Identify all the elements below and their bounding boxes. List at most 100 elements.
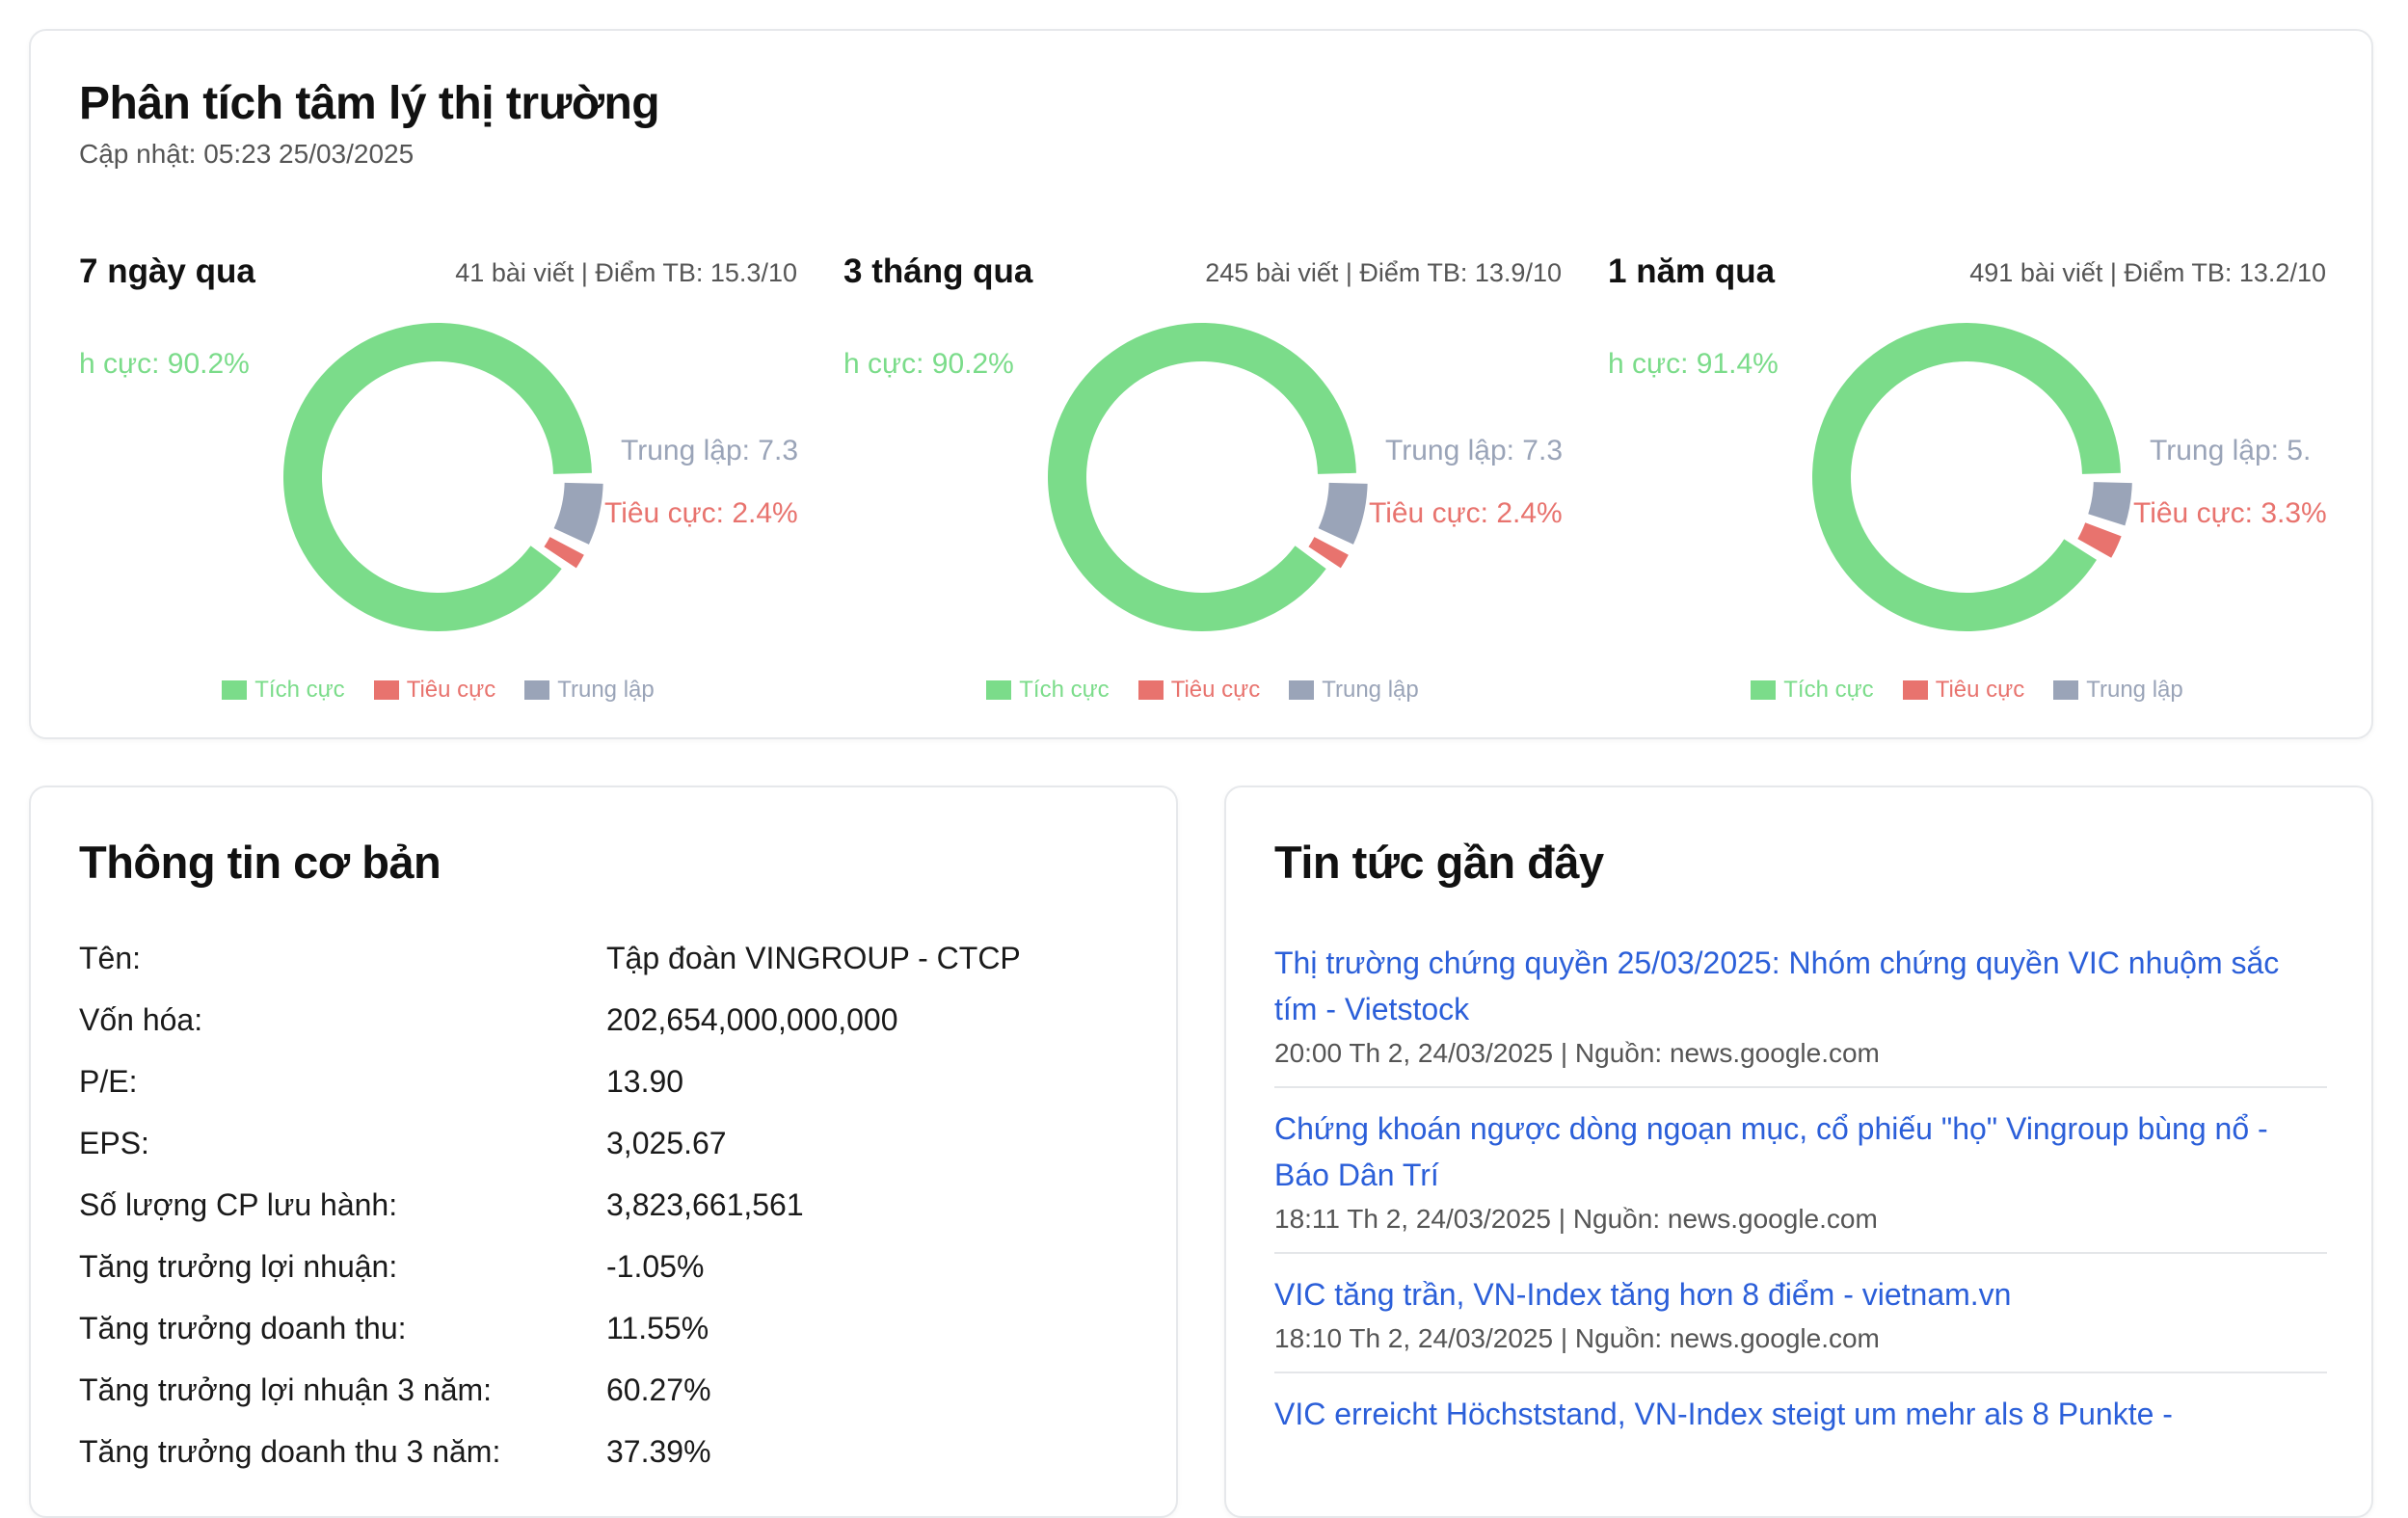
chart-legend: Tích cực Tiêu cực Trung lập: [843, 677, 1562, 704]
info-value: 3,823,661,561: [606, 1186, 804, 1222]
news-link[interactable]: VIC erreicht Höchststand, VN-Index steig…: [1274, 1391, 2327, 1437]
chart-legend: Tích cực Tiêu cực Trung lập: [79, 677, 797, 704]
info-value: 60.27%: [606, 1372, 711, 1407]
legend-neutral[interactable]: Trung lập: [2053, 677, 2183, 704]
donut-svg: h cực: 90.2% Trung lập: 7.3 Tiêu cực: 2.4%: [79, 323, 797, 631]
legend-label: Trung lập: [557, 677, 655, 703]
info-row: Tăng trưởng doanh thu: 11.55%: [79, 1297, 1139, 1359]
info-row: EPS: 3,025.67: [79, 1112, 1139, 1174]
basic-info-card: Thông tin cơ bản Tên: Tập đoàn VINGROUP -…: [29, 786, 1178, 1518]
period-stats: 41 bài viết | Điểm TB: 15.3/10: [455, 258, 797, 287]
info-label: Vốn hóa:: [79, 1001, 203, 1037]
period-stats: 245 bài viết | Điểm TB: 13.9/10: [1205, 258, 1562, 287]
legend-negative[interactable]: Tiêu cực: [373, 677, 496, 704]
legend-label: Trung lập: [1322, 677, 1419, 703]
info-row: Tăng trưởng doanh thu 3 năm: 37.39%: [79, 1421, 1139, 1482]
news-meta: 20:00 Th 2, 24/03/2025 | Nguồn: news.goo…: [1274, 1038, 1880, 1068]
label-positive: h cực: 90.2%: [79, 348, 250, 380]
news-link[interactable]: Chứng khoán ngược dòng ngoạn mục, cổ phi…: [1274, 1105, 2327, 1198]
news-item: VIC tăng trần, VN-Index tăng hơn 8 điểm …: [1274, 1254, 2327, 1373]
info-table: Tên: Tập đoàn VINGROUP - CTCP Vốn hóa: 202…: [79, 927, 1139, 1482]
legend-label: Tích cực: [1783, 677, 1874, 703]
legend-negative[interactable]: Tiêu cực: [1137, 677, 1261, 704]
legend-neutral[interactable]: Trung lập: [524, 677, 655, 704]
sentiment-title: Phân tích tâm lý thị trường: [79, 78, 660, 129]
donut-chart: h cực: 90.2% Trung lập: 7.3 Tiêu cực: 2.4%: [79, 310, 797, 657]
info-label: Tăng trưởng lợi nhuận:: [79, 1248, 398, 1284]
period-title: 1 năm qua: [1608, 253, 1776, 290]
info-value: -1.05%: [606, 1248, 705, 1284]
legend-label: Tích cực: [254, 677, 345, 703]
info-value: Tập đoàn VINGROUP - CTCP: [606, 940, 1021, 975]
legend-swatch-positive: [1751, 680, 1777, 700]
info-label: Tăng trưởng doanh thu:: [79, 1310, 407, 1345]
legend-negative[interactable]: Tiêu cực: [1902, 677, 2025, 704]
period-stats: 491 bài viết | Điểm TB: 13.2/10: [1969, 258, 2326, 287]
label-negative: Tiêu cực: 2.4%: [1369, 497, 1562, 529]
legend-swatch-positive: [222, 680, 248, 700]
info-row: Số lượng CP lưu hành: 3,823,661,561: [79, 1174, 1139, 1236]
donut-slice-neutral[interactable]: [553, 482, 603, 545]
legend-label: Tiêu cực: [1935, 677, 2025, 703]
legend-swatch-negative: [373, 680, 399, 700]
info-row: Vốn hóa: 202,654,000,000,000: [79, 989, 1139, 1051]
legend-neutral[interactable]: Trung lập: [1289, 677, 1419, 704]
news-link[interactable]: Thị trường chứng quyền 25/03/2025: Nhóm …: [1274, 940, 2327, 1032]
donut-chart: h cực: 90.2% Trung lập: 7.3 Tiêu cực: 2.4%: [843, 310, 1562, 657]
info-label: Tăng trưởng doanh thu 3 năm:: [79, 1433, 501, 1469]
legend-label: Tích cực: [1019, 677, 1110, 703]
info-value: 202,654,000,000,000: [606, 1001, 898, 1037]
info-label: EPS:: [79, 1125, 149, 1160]
donut-slice-positive[interactable]: [283, 323, 592, 631]
legend-positive[interactable]: Tích cực: [222, 677, 345, 704]
info-label: P/E:: [79, 1063, 138, 1099]
legend-swatch-positive: [986, 680, 1012, 700]
news-item: Thị trường chứng quyền 25/03/2025: Nhóm …: [1274, 922, 2327, 1088]
donut-slice-neutral[interactable]: [2088, 482, 2132, 526]
period-1-year: 1 năm qua 491 bài viết | Điểm TB: 13.2/1…: [1608, 224, 2326, 725]
legend-positive[interactable]: Tích cực: [1751, 677, 1874, 704]
legend-swatch-negative: [1137, 680, 1164, 700]
chart-legend: Tích cực Tiêu cực Trung lập: [1608, 677, 2326, 704]
legend-swatch-neutral: [1289, 680, 1315, 700]
donut-slice-positive[interactable]: [1812, 323, 2121, 632]
news-list: Thị trường chứng quyền 25/03/2025: Nhóm …: [1274, 922, 2327, 1460]
label-negative: Tiêu cực: 2.4%: [604, 497, 797, 529]
legend-swatch-negative: [1902, 680, 1928, 700]
label-neutral: Trung lập: 5.: [2150, 435, 2311, 466]
info-value: 3,025.67: [606, 1125, 727, 1160]
donut-svg: h cực: 91.4% Trung lập: 5. Tiêu cực: 3.3%: [1608, 323, 2326, 632]
basic-info-title: Thông tin cơ bản: [79, 837, 441, 888]
legend-label: Tiêu cực: [406, 677, 496, 703]
legend-positive[interactable]: Tích cực: [986, 677, 1110, 704]
info-label: Số lượng CP lưu hành:: [79, 1186, 398, 1222]
legend-label: Tiêu cực: [1170, 677, 1261, 703]
legend-swatch-neutral: [524, 680, 550, 700]
period-title: 3 tháng qua: [843, 253, 1033, 290]
legend-swatch-neutral: [2053, 680, 2079, 700]
legend-label: Trung lập: [2086, 677, 2183, 703]
news-meta: 18:10 Th 2, 24/03/2025 | Nguồn: news.goo…: [1274, 1323, 1880, 1353]
info-row: Tăng trưởng lợi nhuận: -1.05%: [79, 1236, 1139, 1297]
info-label: Tăng trưởng lợi nhuận 3 năm:: [79, 1372, 493, 1407]
info-value: 11.55%: [606, 1310, 709, 1345]
label-neutral: Trung lập: 7.3: [1385, 435, 1562, 466]
label-neutral: Trung lập: 7.3: [621, 435, 797, 466]
info-row: Tăng trưởng lợi nhuận 3 năm: 60.27%: [79, 1359, 1139, 1421]
info-row: P/E: 13.90: [79, 1051, 1139, 1112]
label-positive: h cực: 91.4%: [1608, 348, 1779, 380]
sentiment-card: Phân tích tâm lý thị trường Cập nhật: 05…: [29, 29, 2373, 739]
news-link[interactable]: VIC tăng trần, VN-Index tăng hơn 8 điểm …: [1274, 1271, 2327, 1318]
period-3-months: 3 tháng qua 245 bài viết | Điểm TB: 13.9…: [843, 224, 1562, 725]
updated-timestamp: Cập nhật: 05:23 25/03/2025: [79, 139, 415, 169]
news-title: Tin tức gần đây: [1274, 837, 1604, 888]
news-item: Chứng khoán ngược dòng ngoạn mục, cổ phi…: [1274, 1088, 2327, 1254]
news-meta: 18:11 Th 2, 24/03/2025 | Nguồn: news.goo…: [1274, 1204, 1878, 1234]
info-value: 37.39%: [606, 1433, 711, 1469]
donut-svg: h cực: 90.2% Trung lập: 7.3 Tiêu cực: 2.4%: [843, 323, 1562, 631]
donut-slice-positive[interactable]: [1048, 323, 1356, 631]
period-7-days: 7 ngày qua 41 bài viết | Điểm TB: 15.3/1…: [79, 224, 797, 725]
label-positive: h cực: 90.2%: [843, 348, 1014, 380]
label-negative: Tiêu cực: 3.3%: [2133, 497, 2326, 529]
donut-slice-neutral[interactable]: [1318, 482, 1368, 545]
